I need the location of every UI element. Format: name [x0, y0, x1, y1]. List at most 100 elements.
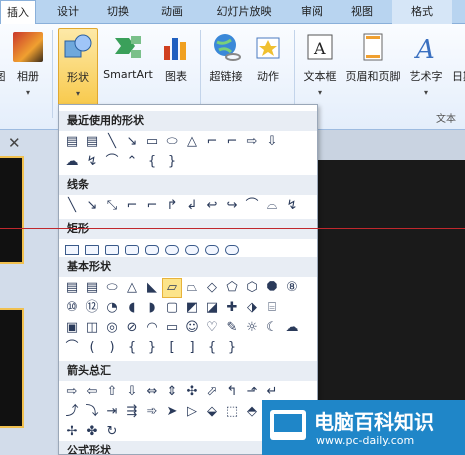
shape-item[interactable]: ◠ [143, 319, 161, 337]
shape-item[interactable]: ♡ [203, 319, 221, 337]
shape-item[interactable]: ] [183, 339, 201, 357]
header-footer-button[interactable]: 页眉和页脚 [342, 28, 404, 108]
shape-item[interactable]: ⇕ [163, 383, 181, 401]
shape-item[interactable]: ✣ [183, 383, 201, 401]
shape-item[interactable]: ↪ [223, 197, 241, 215]
photo-album-button[interactable]: 相册 ▾ [10, 28, 46, 108]
shape-item[interactable]: } [223, 339, 241, 357]
shape-item[interactable]: ◫ [83, 319, 101, 337]
shape-item[interactable]: ⤴ [63, 403, 81, 421]
shape-item[interactable]: ➾ [143, 403, 161, 421]
wordart-button[interactable]: A 艺术字 ▾ [406, 28, 446, 108]
shape-item[interactable]: ◖ [123, 299, 141, 317]
shape-item[interactable]: ▤ [63, 279, 81, 297]
shape-item[interactable]: ⑫ [83, 299, 101, 317]
smartart-button[interactable]: SmartArt [100, 28, 156, 108]
shape-item[interactable]: ⑧ [283, 279, 301, 297]
shape-item[interactable]: ⇶ [123, 403, 141, 421]
shape-item[interactable]: ⇧ [103, 383, 121, 401]
shape-item[interactable]: ☁ [63, 153, 81, 171]
shape-item[interactable]: ↲ [183, 197, 201, 215]
textbox-button[interactable]: A 文本框 ▾ [300, 28, 340, 108]
shape-item[interactable]: ◪ [203, 299, 221, 317]
shape-item[interactable]: ◣ [143, 279, 161, 297]
shape-item[interactable]: ↯ [83, 153, 101, 171]
tab-insert[interactable]: 插入 [0, 0, 36, 25]
shape-item[interactable]: ▤ [83, 133, 101, 151]
shape-item[interactable]: ▱ [162, 278, 182, 298]
shape-item[interactable]: ☾ [263, 319, 281, 337]
shape-item[interactable]: ✢ [63, 423, 81, 441]
shape-item[interactable]: ⌐ [123, 197, 141, 215]
shape-item[interactable]: ◇ [203, 279, 221, 297]
action-button[interactable]: 动作 [250, 28, 286, 108]
shape-item[interactable]: ⬚ [223, 403, 241, 421]
shape-item[interactable]: ⏢ [183, 279, 201, 297]
shape-item[interactable]: ⌒ [63, 339, 81, 357]
shape-item[interactable]: ▤ [63, 133, 81, 151]
shape-item[interactable]: ⌃ [123, 153, 141, 171]
date-time-button[interactable]: 日期 [448, 28, 465, 108]
shape-item[interactable]: { [143, 153, 161, 171]
tab-review[interactable]: 审阅 [292, 0, 332, 24]
shape-item[interactable]: } [143, 339, 161, 357]
shape-item[interactable]: ⊘ [123, 319, 141, 337]
shape-item[interactable]: ⬗ [243, 299, 261, 317]
shape-item[interactable]: ↰ [223, 383, 241, 401]
shape-item[interactable]: } [163, 153, 181, 171]
shape-item[interactable]: ⌐ [143, 197, 161, 215]
shape-item[interactable]: ▭ [143, 133, 161, 151]
shape-item[interactable]: ⑩ [63, 299, 81, 317]
shape-item[interactable]: ▷ [183, 403, 201, 421]
shape-item[interactable]: ▣ [63, 319, 81, 337]
shape-item[interactable]: ↱ [163, 197, 181, 215]
shape-item[interactable]: ◗ [143, 299, 161, 317]
shape-item[interactable]: ✤ [83, 423, 101, 441]
shape-item[interactable]: ⇩ [123, 383, 141, 401]
shape-item[interactable]: ⌒ [103, 153, 121, 171]
shape-item[interactable]: ⬭ [163, 133, 181, 151]
tab-animations[interactable]: 动画 [150, 0, 194, 24]
close-icon[interactable]: ✕ [8, 134, 21, 152]
chart-button[interactable]: 图表 [158, 28, 194, 108]
shape-item[interactable]: ⌐ [203, 133, 221, 151]
shape-item[interactable]: ⇔ [143, 383, 161, 401]
shape-item[interactable]: { [123, 339, 141, 357]
shape-item[interactable]: ⌓ [263, 197, 281, 215]
shape-item[interactable]: ⌐ [223, 133, 241, 151]
shape-item[interactable]: ⇥ [103, 403, 121, 421]
shape-item[interactable]: ╲ [63, 197, 81, 215]
shape-item[interactable]: ◎ [103, 319, 121, 337]
shape-item[interactable]: [ [163, 339, 181, 357]
shape-item[interactable]: ☺ [183, 319, 201, 337]
shape-item[interactable]: ↯ [283, 197, 301, 215]
shape-item[interactable]: ▭ [163, 319, 181, 337]
tab-view[interactable]: 视图 [342, 0, 382, 24]
tab-slideshow[interactable]: 幻灯片放映 [206, 0, 282, 24]
shape-item[interactable]: ◔ [103, 299, 121, 317]
shape-item[interactable]: ⬏ [243, 383, 261, 401]
shape-item[interactable]: ⇩ [263, 133, 281, 151]
shape-item[interactable]: ▢ [163, 299, 181, 317]
shape-item[interactable]: ⬡ [243, 279, 261, 297]
shape-item[interactable]: ✎ [223, 319, 241, 337]
shape-item[interactable]: ⤵ [83, 403, 101, 421]
shape-item[interactable]: ⌸ [263, 299, 281, 317]
shape-item[interactable]: ▤ [83, 279, 101, 297]
shape-item[interactable]: ⤡ [103, 197, 121, 215]
shapes-button[interactable]: 形状 ▾ [58, 28, 98, 108]
shape-item[interactable]: ☼ [243, 319, 261, 337]
tab-format[interactable]: 格式 [392, 0, 452, 24]
shape-item[interactable]: ↻ [103, 423, 121, 441]
slide-thumbnail[interactable] [0, 308, 24, 428]
shape-item[interactable]: ⇦ [83, 383, 101, 401]
shape-item[interactable]: ✚ [223, 299, 241, 317]
ribbon-cut-button[interactable]: 图 [0, 28, 8, 108]
shape-item[interactable]: ↵ [263, 383, 281, 401]
shape-item[interactable]: ⬘ [243, 403, 261, 421]
slide-canvas[interactable] [318, 160, 465, 410]
shape-item[interactable]: △ [183, 133, 201, 151]
shape-item[interactable]: ➤ [163, 403, 181, 421]
shape-item[interactable]: △ [123, 279, 141, 297]
shape-item[interactable]: ╲ [103, 133, 121, 151]
